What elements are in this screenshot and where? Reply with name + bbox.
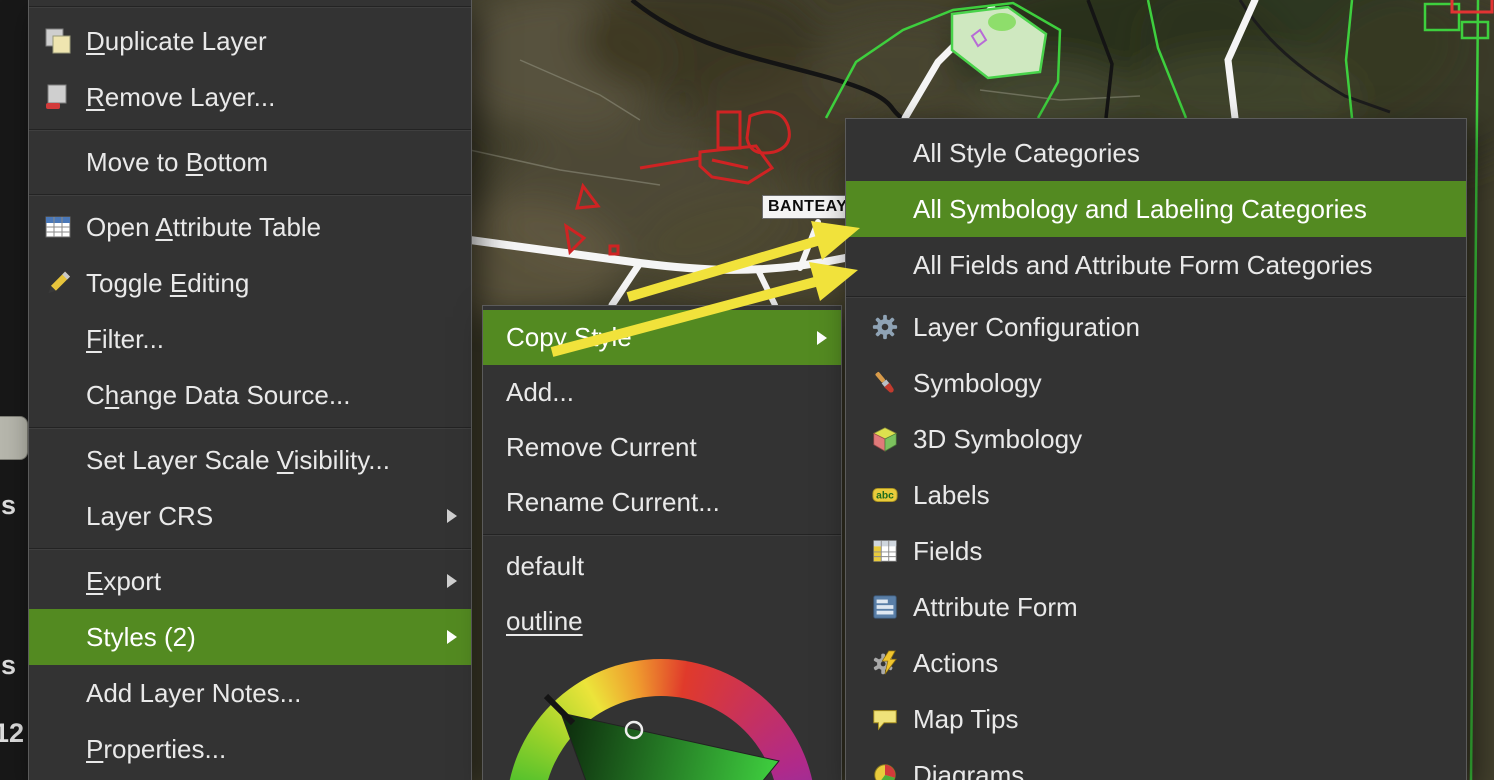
fields-icon — [868, 534, 902, 568]
menu-item-layer-crs[interactable]: Layer CRS — [29, 488, 471, 544]
menu-item-fields[interactable]: Fields — [846, 523, 1466, 579]
attribute-form-icon — [868, 590, 902, 624]
layer-context-menu: Duplicate Layer Remove Layer... Move to … — [28, 0, 472, 780]
menu-item-labels[interactable]: abc Labels — [846, 467, 1466, 523]
labels-icon: abc — [868, 478, 902, 512]
menu-item-change-data-source[interactable]: Change Data Source... — [29, 367, 471, 423]
menu-item-attribute-form[interactable]: Attribute Form — [846, 579, 1466, 635]
menu-separator — [29, 544, 471, 553]
qgis-screenshot: BANTEAY s s 12 Duplicate Layer — [0, 0, 1494, 780]
duplicate-layer-icon — [39, 24, 77, 58]
attribute-table-icon — [39, 210, 77, 244]
styles-submenu: Copy Style Add... Remove Current Rename … — [482, 305, 842, 780]
menu-item-open-attribute-table[interactable]: Open Attribute Table — [29, 199, 471, 255]
menu-item-all-fields-attribute-form-categories[interactable]: All Fields and Attribute Form Categories — [846, 237, 1466, 293]
map-town-label: BANTEAY — [762, 195, 853, 219]
menu-item-map-tips[interactable]: Map Tips — [846, 691, 1466, 747]
menu-item-all-style-categories[interactable]: All Style Categories — [846, 125, 1466, 181]
menu-item-duplicate-layer[interactable]: Duplicate Layer — [29, 13, 471, 69]
menu-item-remove-layer[interactable]: Remove Layer... — [29, 69, 471, 125]
map-tips-icon — [868, 702, 902, 736]
menu-separator — [29, 125, 471, 134]
submenu-arrow-icon — [447, 509, 457, 523]
menu-separator — [29, 190, 471, 199]
cube-3d-icon — [868, 422, 902, 456]
pencil-icon — [39, 266, 77, 300]
style-categories-submenu: All Style Categories All Symbology and L… — [845, 118, 1467, 780]
menu-item-move-to-bottom[interactable]: Move to Bottom — [29, 134, 471, 190]
layer-configuration-icon — [868, 310, 902, 344]
partial-layer-text: s — [1, 490, 16, 521]
partial-layer-text: 12 — [0, 718, 24, 749]
menu-item-styles[interactable]: Styles (2) — [29, 609, 471, 665]
symbology-icon — [868, 366, 902, 400]
menu-item-export[interactable]: Export — [29, 553, 471, 609]
submenu-arrow-icon — [447, 574, 457, 588]
menu-item-add-layer-notes[interactable]: Add Layer Notes... — [29, 665, 471, 721]
menu-item-diagrams[interactable]: Diagrams — [846, 747, 1466, 780]
menu-item-set-layer-scale-visibility[interactable]: Set Layer Scale Visibility... — [29, 432, 471, 488]
menu-separator — [29, 423, 471, 432]
menu-separator — [29, 0, 471, 13]
menu-item-3d-symbology[interactable]: 3D Symbology — [846, 411, 1466, 467]
color-wheel-triangle[interactable] — [483, 306, 841, 780]
svg-text:abc: abc — [876, 491, 894, 502]
submenu-arrow-icon — [447, 630, 457, 644]
menu-item-toggle-editing[interactable]: Toggle Editing — [29, 255, 471, 311]
partial-layer-text: s — [1, 650, 16, 681]
remove-layer-icon — [39, 80, 77, 114]
menu-item-symbology[interactable]: Symbology — [846, 355, 1466, 411]
menu-item-layer-configuration[interactable]: Layer Configuration — [846, 299, 1466, 355]
menu-item-actions[interactable]: Actions — [846, 635, 1466, 691]
actions-icon — [868, 646, 902, 680]
menu-item-all-symbology-labeling-categories[interactable]: All Symbology and Labeling Categories — [846, 181, 1466, 237]
menu-item-filter[interactable]: Filter... — [29, 311, 471, 367]
partial-panel-icon — [0, 416, 28, 460]
diagrams-icon — [868, 758, 902, 780]
layers-panel-edge: s s 12 — [0, 0, 28, 780]
menu-item-properties[interactable]: Properties... — [29, 721, 471, 777]
